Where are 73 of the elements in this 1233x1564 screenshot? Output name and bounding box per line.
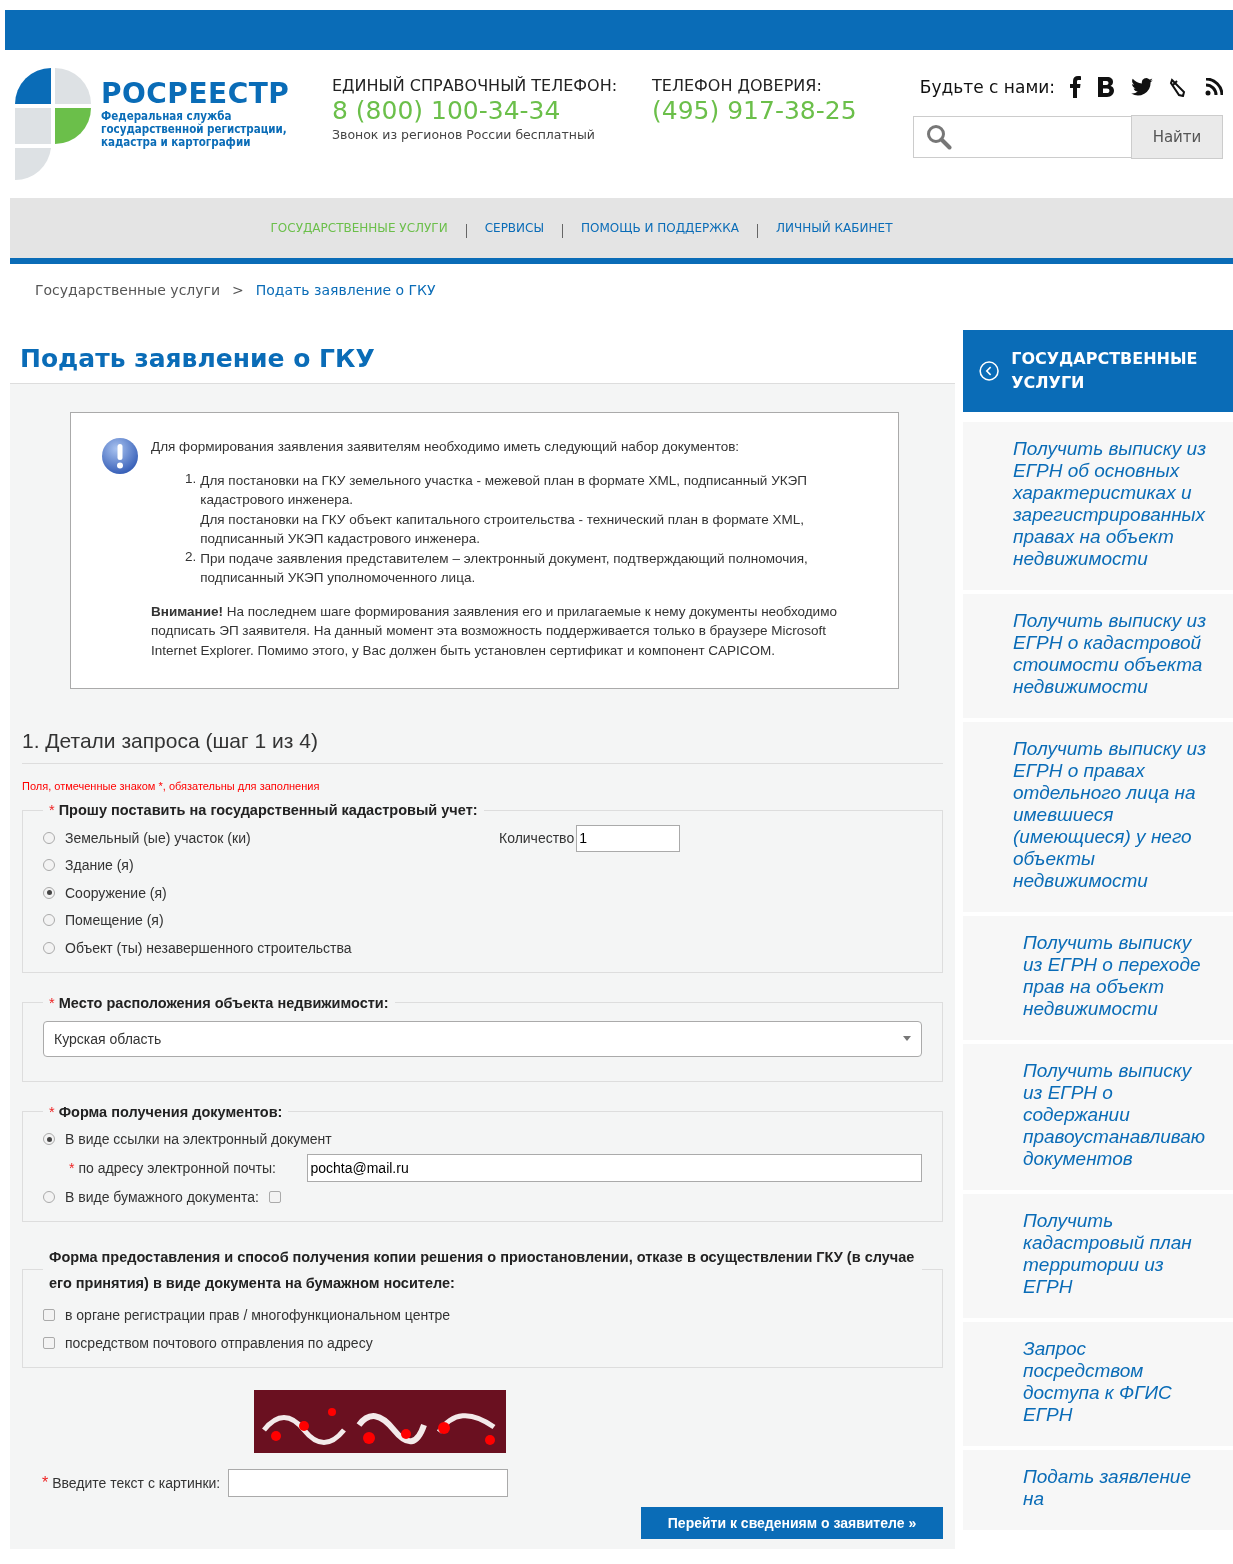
info-icon xyxy=(101,437,139,475)
logo-icon xyxy=(15,68,91,180)
quantity-label: Количество xyxy=(499,830,575,846)
phone-label: ТЕЛЕФОН ДОВЕРИЯ: xyxy=(652,76,823,95)
captcha-field[interactable] xyxy=(228,1468,509,1497)
phone-number: 8 (800) 100-34-34 xyxy=(332,95,562,127)
option-label: В виде бумажного документа: xyxy=(65,1188,259,1205)
option-label: Земельный (ые) участок (ки) xyxy=(65,829,251,846)
list-text: Для постановки на ГКУ земельного участка - межевой план в формате XML, подписанный УКЭП кадастрового инженера. xyxy=(200,471,808,509)
breadcrumb-link[interactable]: Подать заявление о ГКУ xyxy=(255,282,436,314)
region-select[interactable]: Курская область xyxy=(43,1020,922,1057)
logo-subtitle: Федеральная служба государственной регистрации, кадастра и картографии xyxy=(101,110,288,149)
option-label: Объект (ты) незавершенного строительства xyxy=(65,939,352,956)
radio-button[interactable] xyxy=(43,1190,55,1203)
facebook-icon[interactable] xyxy=(1069,76,1081,98)
required-mark: * xyxy=(42,1473,49,1492)
radio-button[interactable] xyxy=(43,831,55,844)
list-number: 1. xyxy=(185,470,197,488)
caret-icon xyxy=(903,1036,911,1041)
list-text: При подаче заявления представителем – электронный документ, подтверждающий полномочия, подписанный УКЭП уполномоченного лица. xyxy=(200,549,809,587)
captcha-label: Введите текст с картинки: xyxy=(52,1474,221,1491)
notice-intro: Для формирования заявления заявителям необходимо иметь следующий набор документов: xyxy=(151,438,741,456)
email-field[interactable]: pochta@mail.ru xyxy=(307,1154,922,1182)
checkbox[interactable] xyxy=(43,1309,55,1322)
search-icon xyxy=(926,124,952,150)
breadcrumb-separator: > xyxy=(232,282,244,300)
radio-button[interactable] xyxy=(43,886,55,899)
option-label: посредством почтового отправления по адресу xyxy=(65,1334,373,1351)
radio-button[interactable] xyxy=(43,859,55,872)
option-label: Сооружение (я) xyxy=(65,884,167,901)
logo-title: РОСРЕЕСТР xyxy=(101,78,291,110)
phone-label: ЕДИНЫЙ СПРАВОЧНЫЙ ТЕЛЕФОН: xyxy=(332,76,619,95)
option-label: Помещение (я) xyxy=(65,912,164,929)
search-button[interactable]: Найти xyxy=(1131,115,1223,159)
fieldset-legend: Форма получения документов: xyxy=(58,1103,283,1120)
twitter-icon[interactable] xyxy=(1131,78,1153,96)
rss-icon[interactable] xyxy=(1205,78,1223,96)
phone-number: (495) 917-38-25 xyxy=(652,95,858,127)
fieldset-legend: Прошу поставить на государственный кадастровый учет: xyxy=(58,802,478,818)
required-mark: * xyxy=(69,1160,75,1176)
step-title: 1. Детали запроса (шаг 1 из 4) xyxy=(22,729,943,764)
radio-button[interactable] xyxy=(43,914,55,927)
nav-item[interactable]: ПОМОЩЬ И ПОДДЕРЖКА xyxy=(581,221,739,235)
list-number: 2. xyxy=(185,548,197,566)
sidebar-title: ГОСУДАРСТВЕННЫЕ УСЛУГИ xyxy=(1011,348,1199,394)
checkbox[interactable] xyxy=(268,1190,281,1203)
phone-note: Звонок из регионов России бесплатный xyxy=(332,127,596,142)
checkbox[interactable] xyxy=(43,1336,55,1349)
breadcrumb-link[interactable]: Государственные услуги xyxy=(35,282,221,314)
social-label: Будьте с нами: xyxy=(919,77,1055,97)
option-label: в органе регистрации прав / многофункциональном центре xyxy=(65,1307,451,1324)
radio-button[interactable] xyxy=(43,1133,55,1146)
radio-button[interactable] xyxy=(43,941,55,954)
nav-item[interactable]: ЛИЧНЫЙ КАБИНЕТ xyxy=(775,221,893,235)
option-label: В виде ссылки на электронный документ xyxy=(65,1131,332,1148)
fieldset-legend: Место расположения объекта недвижимости: xyxy=(58,994,389,1011)
sidebar-header[interactable]: ГОСУДАРСТВЕННЫЕ УСЛУГИ xyxy=(963,330,1233,412)
nav-item[interactable]: СЕРВИСЫ xyxy=(484,221,545,235)
option-label: Здание (я) xyxy=(65,857,134,874)
required-mark: * xyxy=(49,994,55,1011)
email-label: по адресу электронной почты: xyxy=(78,1160,277,1176)
list-text: Для постановки на ГКУ объект капитального строительства - технический план в формате XML, подписанный УКЭП кадастрового инженера. xyxy=(200,510,805,548)
quantity-field[interactable]: 1 xyxy=(576,824,681,852)
required-mark: * xyxy=(49,802,55,818)
search-field[interactable] xyxy=(913,116,1131,158)
fieldset-legend: Форма предоставления и способ получения копии решения о приостановлении, отказе в осуществлении ГКУ (в случае его принятия) в виде документа на бумажном носителе: xyxy=(49,1248,915,1291)
page-title: Подать заявление о ГКУ xyxy=(20,344,376,373)
back-icon xyxy=(979,358,1000,384)
required-mark: * xyxy=(49,1103,55,1120)
next-button[interactable]: Перейти к сведениям о заявителе » xyxy=(641,1506,943,1539)
required-note: Поля, отмеченные знаком *, обязательны для заполнения xyxy=(22,780,321,792)
vk-icon[interactable] xyxy=(1097,77,1115,97)
warning-text: Внимание! На последнем шаге формирования заявления его и прилагаемые к нему документы необходимо подписать ЭП заявителя. На данный момент эта возможность поддерживается только в браузере Microsoft Internet Explorer. Помимо этого, у Вас должен быть установлен сертификат и компонент CAPICOM. xyxy=(151,602,838,660)
